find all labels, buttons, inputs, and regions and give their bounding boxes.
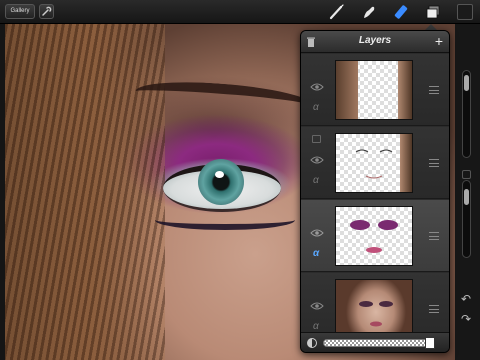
layers-panel-title: Layers: [358, 35, 392, 46]
opacity-icon: [307, 338, 317, 348]
layers-panel: Layers + α α α α: [300, 30, 450, 353]
hair-artwork: [5, 24, 165, 360]
modify-button[interactable]: [462, 170, 471, 179]
layer-thumbnail: [335, 60, 413, 120]
layer-thumbnail: [335, 133, 413, 193]
eye-visibility-icon[interactable]: [310, 155, 324, 165]
layer-opacity-slider[interactable]: [323, 339, 435, 347]
eye-visibility-icon[interactable]: [310, 301, 324, 311]
alpha-lock-icon[interactable]: α: [313, 321, 319, 332]
brush-size-knob[interactable]: [464, 75, 469, 91]
reorder-handle-icon[interactable]: [429, 232, 439, 240]
reorder-handle-icon[interactable]: [429, 159, 439, 167]
alpha-lock-icon[interactable]: α: [313, 102, 319, 113]
reorder-handle-icon[interactable]: [429, 305, 439, 313]
smudge-tool-button[interactable]: [360, 3, 378, 21]
brush-icon: [329, 4, 344, 20]
color-picker-button[interactable]: [457, 4, 473, 20]
alpha-lock-icon[interactable]: α: [313, 248, 319, 259]
eye-visibility-icon[interactable]: [310, 82, 324, 92]
undo-icon[interactable]: ↶: [461, 292, 471, 306]
add-layer-icon[interactable]: +: [435, 34, 443, 48]
layer-row[interactable]: α: [301, 54, 449, 126]
layers-icon: [426, 5, 440, 19]
brush-size-slider[interactable]: [462, 70, 471, 158]
redo-icon[interactable]: ↷: [461, 312, 471, 326]
eraser-icon: [394, 5, 408, 19]
eraser-tool-button[interactable]: [392, 3, 410, 21]
layer-thumbnail: [335, 279, 413, 339]
layers-panel-header: Layers +: [301, 31, 449, 53]
eyeliner-artwork: [155, 210, 295, 230]
layers-tool-button[interactable]: [424, 3, 442, 21]
layer-row-selected[interactable]: α: [301, 200, 449, 272]
brush-tool-button[interactable]: [328, 3, 346, 21]
eye-visibility-icon[interactable]: [310, 228, 324, 238]
settings-wrench-button[interactable]: [39, 4, 54, 19]
layer-thumbnail: [335, 206, 413, 266]
top-toolbar: Gallery: [0, 0, 480, 24]
opacity-slider[interactable]: [462, 180, 471, 258]
eye-highlight-artwork: [215, 171, 224, 178]
reorder-handle-icon[interactable]: [429, 86, 439, 94]
alpha-lock-icon[interactable]: α: [313, 175, 319, 186]
iris-artwork: [198, 159, 244, 205]
layer-mask-icon[interactable]: [312, 135, 321, 143]
gallery-button[interactable]: Gallery: [5, 4, 35, 19]
layer-row[interactable]: α: [301, 127, 449, 199]
opacity-knob[interactable]: [464, 189, 469, 205]
wrench-icon: [42, 6, 52, 16]
layer-opacity-bar: [301, 332, 449, 352]
smudge-icon: [364, 6, 375, 18]
layer-opacity-thumb[interactable]: [425, 337, 435, 349]
